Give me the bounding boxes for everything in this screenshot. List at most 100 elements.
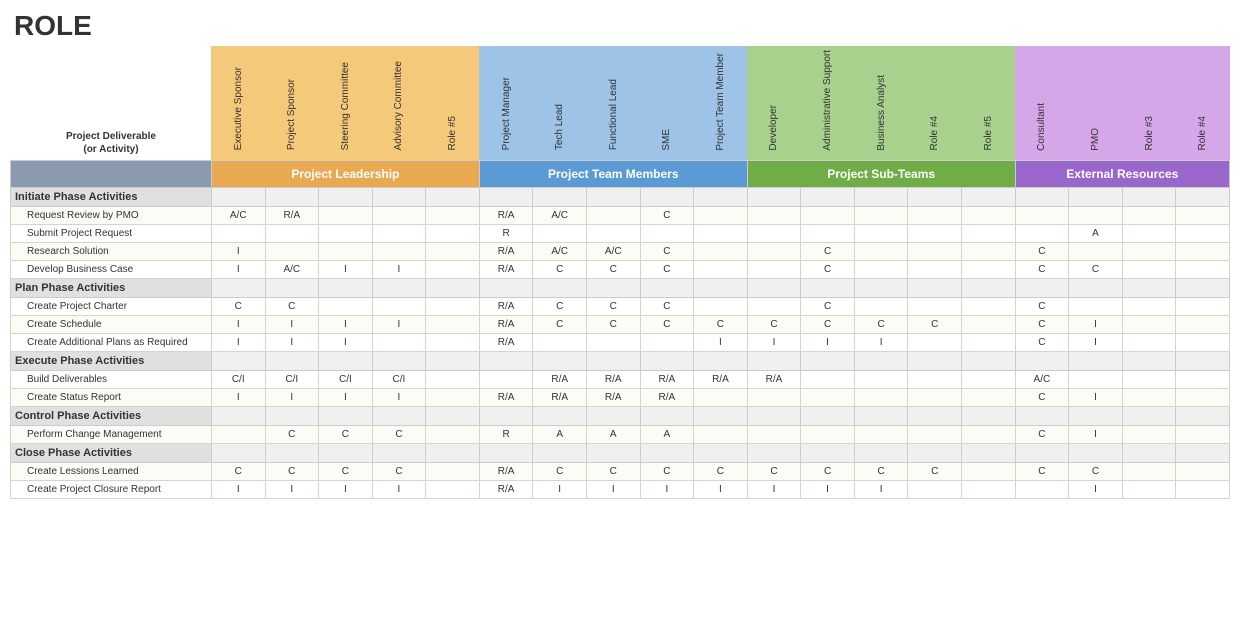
activity-cell: C xyxy=(908,462,962,480)
activity-cell xyxy=(854,425,908,443)
phase-cell xyxy=(372,443,426,462)
activity-cell xyxy=(908,370,962,388)
activity-cell xyxy=(1069,242,1123,260)
phase-cell xyxy=(211,278,265,297)
phase-cell xyxy=(640,443,694,462)
phase-cell xyxy=(533,351,587,370)
activity-cell: I xyxy=(211,260,265,278)
phase-cell xyxy=(962,187,1016,206)
activity-cell xyxy=(801,224,855,242)
activity-cell xyxy=(1015,206,1069,224)
activity-cell xyxy=(1176,206,1230,224)
phase-cell xyxy=(211,187,265,206)
activity-cell xyxy=(426,260,480,278)
activity-cell: R/A xyxy=(479,388,533,406)
activity-cell: C xyxy=(586,297,640,315)
phase-label: Close Phase Activities xyxy=(11,443,212,462)
col-header-advisory-committee: Advisory Committee xyxy=(372,46,426,160)
activity-cell: R xyxy=(479,425,533,443)
activity-cell xyxy=(1176,224,1230,242)
activity-cell xyxy=(1015,224,1069,242)
activity-cell: A/C xyxy=(533,206,587,224)
activity-cell xyxy=(1176,462,1230,480)
activity-cell: C/I xyxy=(319,370,373,388)
activity-cell: I xyxy=(265,480,319,498)
activity-cell: C/I xyxy=(211,370,265,388)
phase-cell xyxy=(265,443,319,462)
col-header-project-sponsor: Project Sponsor xyxy=(265,46,319,160)
activity-cell xyxy=(962,388,1016,406)
col-header-tech-lead: Tech Lead xyxy=(533,46,587,160)
phase-cell xyxy=(1176,443,1230,462)
phase-cell xyxy=(533,187,587,206)
activity-cell xyxy=(426,297,480,315)
phase-cell xyxy=(426,351,480,370)
phase-cell xyxy=(265,278,319,297)
activity-cell xyxy=(854,260,908,278)
phase-cell xyxy=(694,443,748,462)
activity-cell: I xyxy=(854,480,908,498)
activity-cell xyxy=(426,224,480,242)
activity-cell xyxy=(586,224,640,242)
activity-cell: R/A xyxy=(479,297,533,315)
activity-cell: I xyxy=(265,333,319,351)
activity-cell: C/I xyxy=(265,370,319,388)
activity-cell xyxy=(319,242,373,260)
col-header-project-team-member: Project Team Member xyxy=(694,46,748,160)
deliverable-band-label xyxy=(11,160,212,187)
activity-cell: C xyxy=(1015,315,1069,333)
activity-cell xyxy=(747,297,801,315)
activity-cell xyxy=(1176,388,1230,406)
phase-cell xyxy=(533,278,587,297)
phase-cell xyxy=(372,406,426,425)
activity-cell: R/A xyxy=(533,370,587,388)
phase-cell xyxy=(694,351,748,370)
activity-cell: C xyxy=(854,315,908,333)
activity-cell xyxy=(426,388,480,406)
activity-label: Request Review by PMO xyxy=(11,206,212,224)
activity-cell: A xyxy=(1069,224,1123,242)
activity-cell xyxy=(640,333,694,351)
activity-cell: I xyxy=(801,480,855,498)
activity-cell: A xyxy=(586,425,640,443)
activity-cell xyxy=(1069,206,1123,224)
activity-cell xyxy=(319,297,373,315)
activity-cell xyxy=(426,206,480,224)
activity-cell: C xyxy=(372,462,426,480)
activity-cell xyxy=(962,333,1016,351)
activity-label: Create Schedule xyxy=(11,315,212,333)
activity-cell xyxy=(1015,480,1069,498)
activity-cell: R/A xyxy=(479,206,533,224)
col-header-functional-lead: Functional Lead xyxy=(586,46,640,160)
phase-cell xyxy=(533,443,587,462)
phase-cell xyxy=(319,278,373,297)
activity-label: Perform Change Management xyxy=(11,425,212,443)
activity-label: Research Solution xyxy=(11,242,212,260)
activity-cell xyxy=(694,242,748,260)
activity-cell xyxy=(908,206,962,224)
activity-cell xyxy=(801,206,855,224)
activity-label: Create Project Charter xyxy=(11,297,212,315)
activity-cell xyxy=(962,260,1016,278)
activity-cell xyxy=(1122,224,1176,242)
activity-cell xyxy=(962,425,1016,443)
phase-label: Plan Phase Activities xyxy=(11,278,212,297)
phase-cell xyxy=(1176,187,1230,206)
col-header-steering-committee: Steering Committee xyxy=(319,46,373,160)
phase-cell xyxy=(640,278,694,297)
phase-cell xyxy=(801,187,855,206)
activity-cell: A xyxy=(640,425,694,443)
phase-cell xyxy=(694,187,748,206)
activity-cell xyxy=(694,388,748,406)
activity-cell xyxy=(319,206,373,224)
activity-cell: C xyxy=(265,297,319,315)
phase-cell xyxy=(854,187,908,206)
main-container: ROLE Project Deliverable (or Activity) E… xyxy=(0,0,1240,619)
activity-cell: A xyxy=(533,425,587,443)
activity-cell: C xyxy=(319,425,373,443)
activity-cell: C xyxy=(801,315,855,333)
activity-cell: C xyxy=(640,462,694,480)
col-header-pmo: PMO xyxy=(1069,46,1123,160)
activity-cell xyxy=(747,242,801,260)
activity-cell: R/A xyxy=(479,333,533,351)
